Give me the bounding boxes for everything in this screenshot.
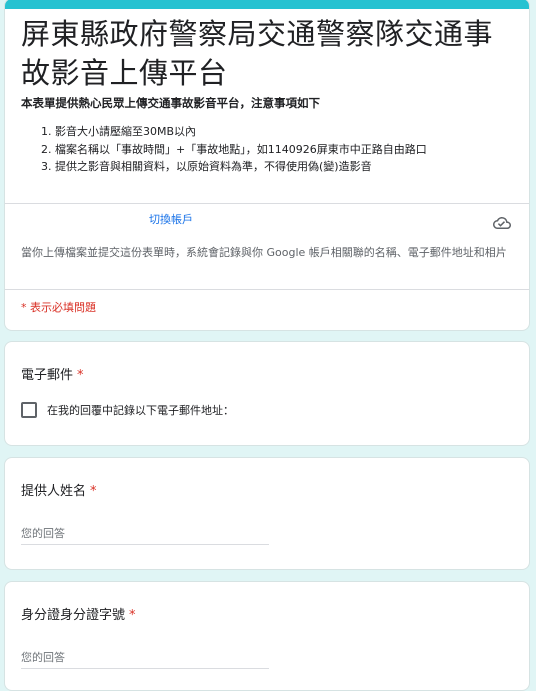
form-header-card: 屏東縣政府警察局交通警察隊交通事故影音上傳平台 本表單提供熱心民眾上傳交通事故影…: [4, 0, 530, 331]
theme-color-band: [5, 0, 529, 9]
form-title: 屏東縣政府警察局交通警察隊交通事故影音上傳平台: [21, 17, 494, 90]
required-note: * 表示必填問題: [21, 301, 96, 314]
switch-account-link[interactable]: 切換帳戶: [149, 211, 193, 227]
cloud-check-icon: [493, 217, 511, 229]
required-star: *: [129, 608, 136, 623]
question-title: 電子郵件 *: [21, 368, 84, 383]
name-input[interactable]: [21, 522, 269, 545]
form-intro: 本表單提供熱心民眾上傳交通事故影音平台，注意事項如下: [21, 96, 320, 110]
account-notice: 當你上傳檔案並提交這份表單時，系統會記錄與你 Google 帳戶相關聯的名稱、電…: [21, 246, 507, 259]
divider: [5, 289, 529, 290]
rule-item: 1. 影音大小請壓縮至30MB以內: [41, 125, 197, 138]
rules-list: 1. 影音大小請壓縮至30MB以內 2. 檔案名稱以「事故時間」+「事故地點」，如1…: [41, 123, 427, 176]
required-star: *: [90, 484, 97, 499]
rule-item: 2. 檔案名稱以「事故時間」+「事故地點」，如1140926屏東市中正路自由路口: [41, 142, 427, 156]
rule-item: 3. 提供之影音與相關資料，以原始資料為準，不得使用偽(變)造影音: [41, 160, 372, 173]
required-star: *: [77, 368, 84, 383]
question-title: 提供人姓名 *: [21, 484, 97, 499]
question-card-name: 提供人姓名 *: [4, 457, 530, 570]
question-title: 身分證身分證字號 *: [21, 608, 136, 623]
record-email-checkbox[interactable]: [21, 402, 37, 418]
question-card-email: 電子郵件 * 在我的回覆中記錄以下電子郵件地址：: [4, 341, 530, 446]
record-email-checkbox-row[interactable]: 在我的回覆中記錄以下電子郵件地址：: [21, 402, 234, 418]
checkbox-label: 在我的回覆中記錄以下電子郵件地址：: [47, 404, 234, 417]
id-number-input[interactable]: [21, 646, 269, 669]
divider: [5, 203, 529, 204]
